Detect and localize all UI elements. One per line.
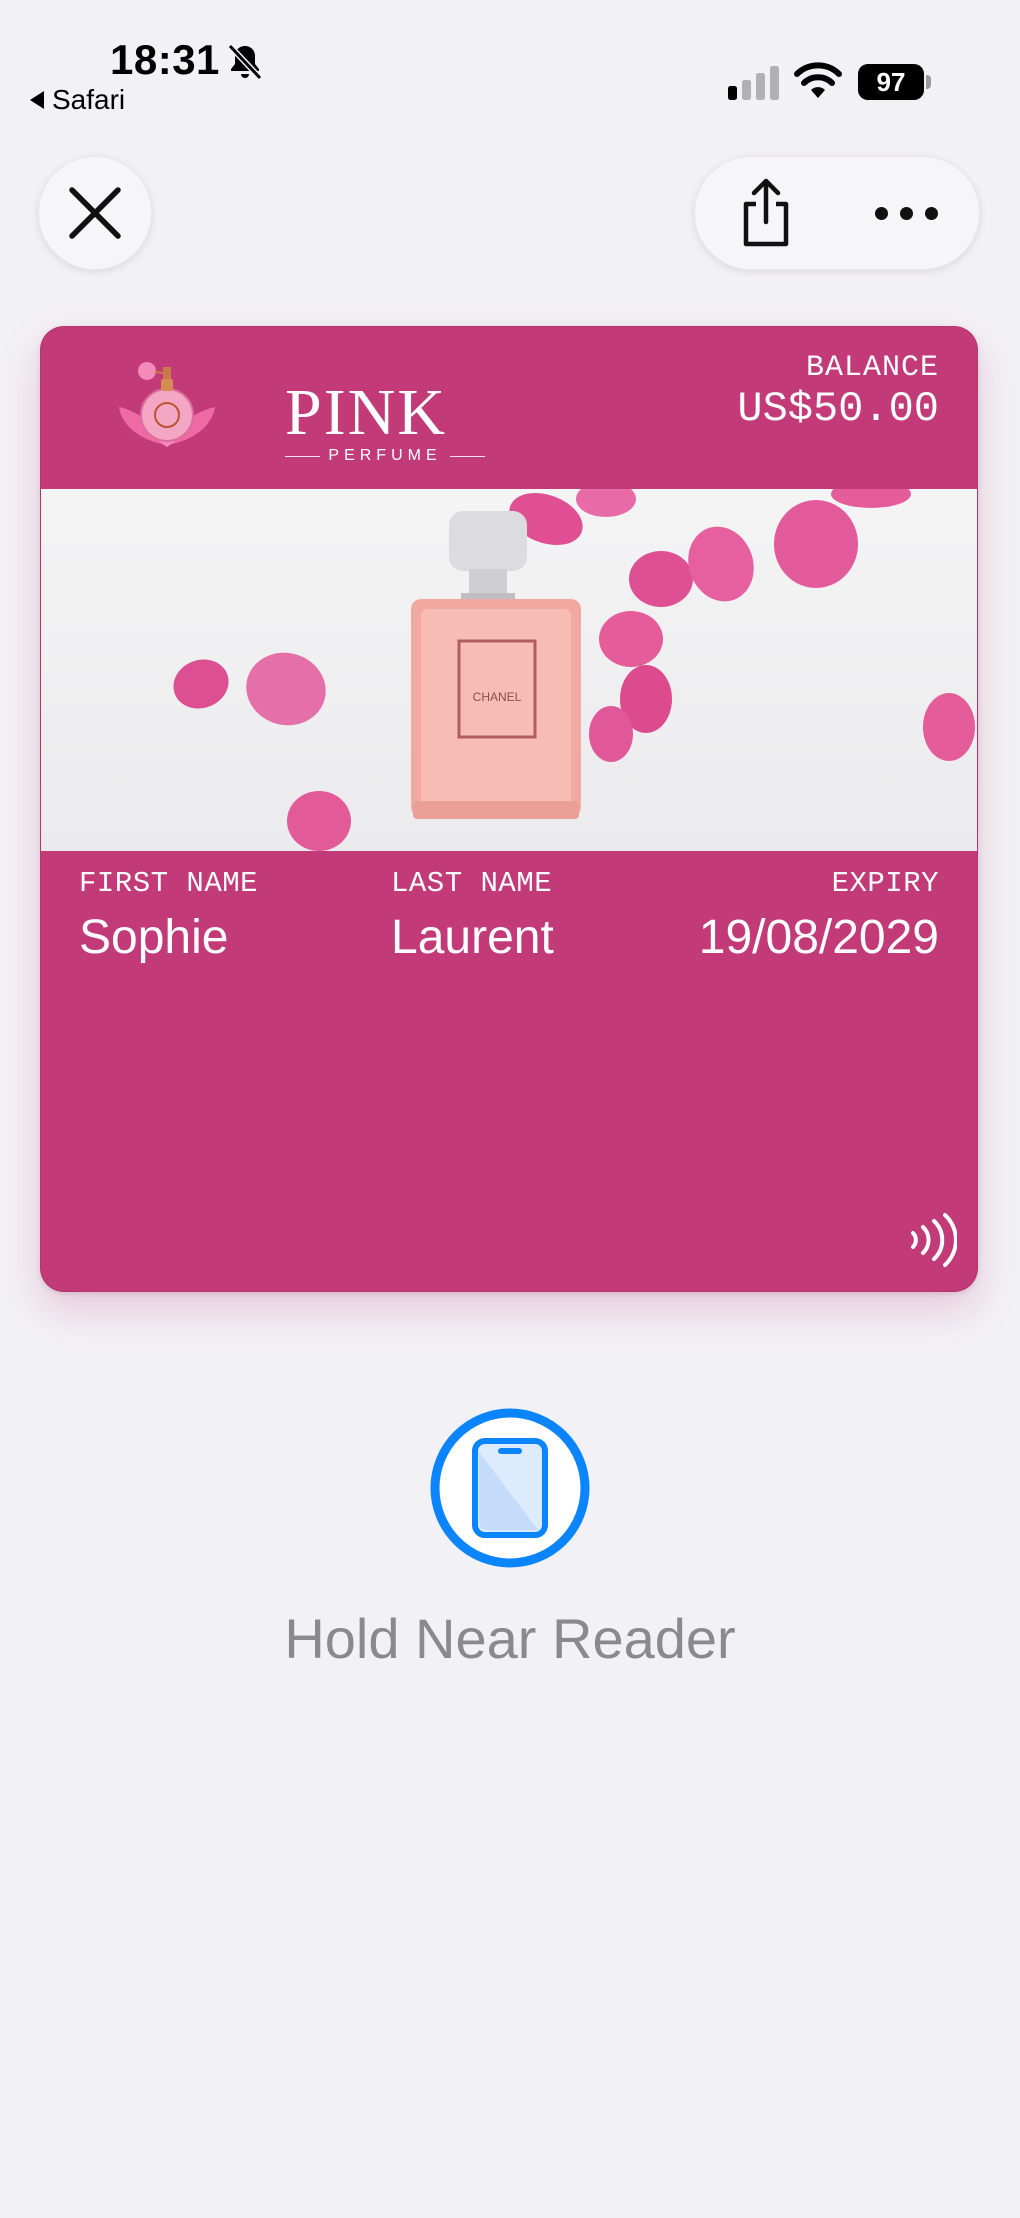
back-app-label: Safari — [52, 84, 126, 115]
perfume-logo-icon — [119, 362, 215, 447]
more-button[interactable] — [864, 186, 948, 240]
battery-icon: 97 — [858, 64, 932, 100]
bell-slash-icon — [227, 43, 263, 81]
expiry-label: EXPIRY — [831, 867, 939, 900]
nfc-contactless-icon — [911, 1213, 957, 1267]
last-name-label: LAST NAME — [391, 867, 553, 900]
balance-value: US$50.00 — [737, 385, 939, 433]
close-button[interactable] — [38, 156, 152, 270]
cellular-signal-icon — [728, 66, 779, 100]
svg-text:CHANEL: CHANEL — [473, 690, 522, 704]
status-time: 18:31 — [110, 36, 220, 83]
back-to-app-link[interactable]: Safari — [30, 84, 125, 116]
expiry-value: 19/08/2029 — [698, 911, 939, 964]
wallet-pass-screen: 18:31 Safari 97 PINK PERFUME BALANCE US$… — [0, 0, 1020, 2218]
more-dot — [899, 206, 913, 220]
last-name-value: Laurent — [391, 911, 554, 964]
actions-pill — [694, 156, 980, 270]
first-name-value: Sophie — [79, 911, 229, 964]
battery-level: 97 — [858, 64, 924, 100]
card-header: PINK PERFUME BALANCE US$50.00 — [41, 327, 977, 489]
share-button[interactable] — [728, 174, 804, 252]
first-name-field: FIRST NAME Sophie — [79, 867, 258, 965]
wifi-icon — [794, 62, 842, 98]
expiry-field: EXPIRY 19/08/2029 — [699, 867, 939, 965]
first-name-label: FIRST NAME — [79, 867, 259, 900]
brand-name: PINK — [285, 376, 448, 449]
hold-near-reader-text: Hold Near Reader — [284, 1607, 736, 1670]
more-dot — [874, 206, 888, 220]
share-icon — [743, 178, 789, 247]
back-triangle-icon — [30, 91, 44, 109]
iphone-reader-icon — [430, 1408, 590, 1568]
perfume-petals-illustration: CHANEL — [173, 489, 975, 851]
strip-image: CHANEL — [41, 489, 977, 851]
brand-logo: PINK PERFUME — [107, 345, 487, 475]
wallet-pass-card[interactable]: PINK PERFUME BALANCE US$50.00 CHANEL FIR… — [40, 326, 978, 1292]
more-dot — [924, 206, 938, 220]
last-name-field: LAST NAME Laurent — [391, 867, 554, 965]
close-icon — [69, 187, 121, 239]
brand-subtitle: PERFUME — [285, 447, 486, 465]
balance-label: BALANCE — [805, 351, 939, 385]
